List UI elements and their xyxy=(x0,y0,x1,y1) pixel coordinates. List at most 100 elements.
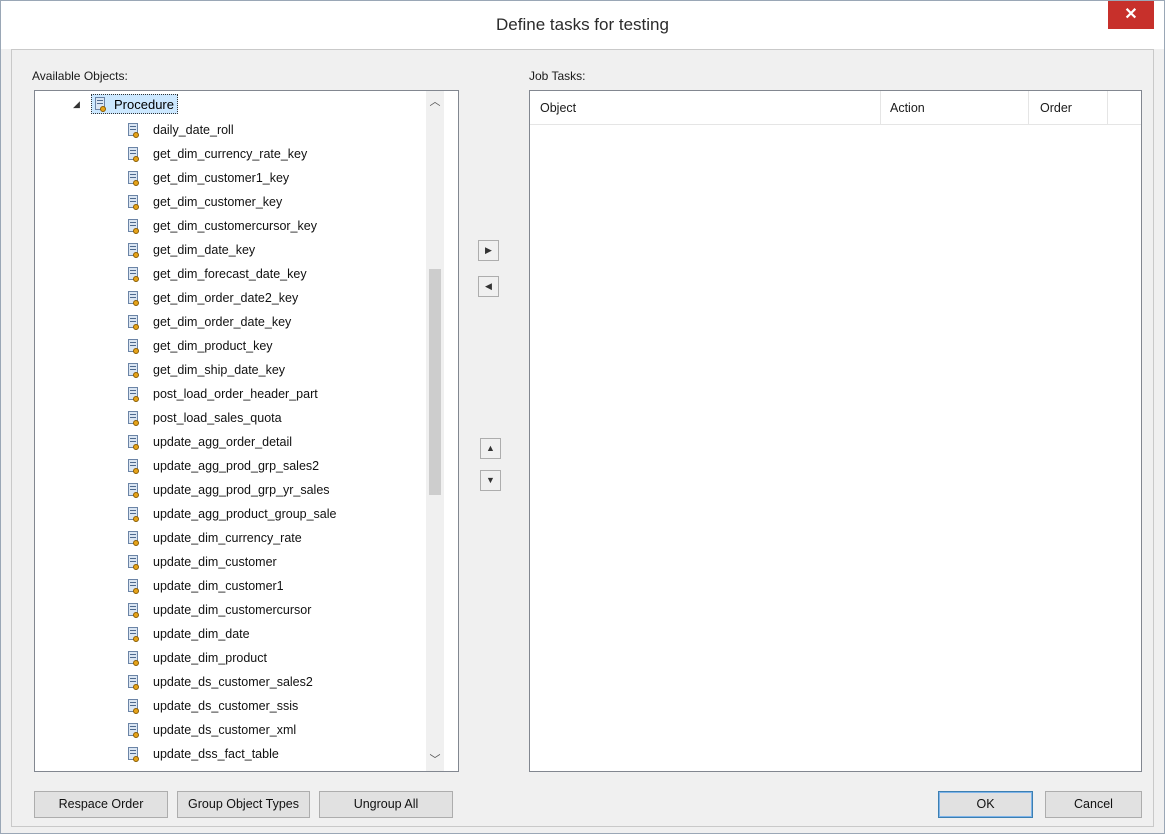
tree-item[interactable]: update_dim_customer xyxy=(127,550,337,574)
group-object-types-button[interactable]: Group Object Types xyxy=(177,791,310,818)
cancel-button[interactable]: Cancel xyxy=(1045,791,1142,818)
tree-item[interactable]: get_dim_date_key xyxy=(127,238,337,262)
available-objects-tree[interactable]: ◢ Procedure daily_date_roll get_dim_curre… xyxy=(34,90,459,772)
procedure-icon xyxy=(127,746,139,762)
tree-item[interactable]: get_dim_forecast_date_key xyxy=(127,262,337,286)
tree-root-procedure[interactable]: ◢ Procedure xyxy=(73,94,178,114)
tree-item[interactable]: update_ds_customer_xml xyxy=(127,718,337,742)
dialog-title: Define tasks for testing xyxy=(496,15,669,34)
procedure-icon xyxy=(127,314,139,330)
move-up-button[interactable]: ▲ xyxy=(480,438,501,459)
procedure-icon xyxy=(127,194,139,210)
tree-item[interactable]: get_dim_customer1_key xyxy=(127,166,337,190)
tree-item-label: post_load_order_header_part xyxy=(153,387,318,401)
ungroup-all-button[interactable]: Ungroup All xyxy=(319,791,453,818)
remove-task-button[interactable]: ◀ xyxy=(478,276,499,297)
procedure-icon xyxy=(127,482,139,498)
tree-item-label: get_dim_customer1_key xyxy=(153,171,290,185)
tree-item-label: get_dim_order_date_key xyxy=(153,315,292,329)
tree-item-label: update_agg_prod_grp_yr_sales xyxy=(153,483,330,497)
tree-item[interactable]: update_agg_order_detail xyxy=(127,430,337,454)
tree-item-label: get_dim_date_key xyxy=(153,243,256,257)
procedure-icon xyxy=(127,386,139,402)
scrollbar-thumb[interactable] xyxy=(429,269,441,495)
dialog-window: Define tasks for testing ✕ Available Obj… xyxy=(0,0,1165,834)
tree-item[interactable]: post_load_sales_quota xyxy=(127,406,337,430)
procedure-icon xyxy=(127,506,139,522)
tree-item-list: daily_date_roll get_dim_currency_rate_key… xyxy=(127,118,337,766)
tree-item-label: update_ds_customer_xml xyxy=(153,723,297,737)
tree-item[interactable]: update_dim_date xyxy=(127,622,337,646)
procedure-icon xyxy=(127,698,139,714)
tree-root-node[interactable]: Procedure xyxy=(91,94,178,114)
tree-item[interactable]: get_dim_currency_rate_key xyxy=(127,142,337,166)
tree-item[interactable]: update_ds_customer_sales2 xyxy=(127,670,337,694)
tree-item[interactable]: get_dim_customer_key xyxy=(127,190,337,214)
procedure-icon xyxy=(127,578,139,594)
ok-button[interactable]: OK xyxy=(938,791,1033,818)
job-tasks-header: Object Action Order xyxy=(530,91,1141,125)
tree-item-label: update_agg_order_detail xyxy=(153,435,293,449)
tree-item-label: update_dim_product xyxy=(153,651,267,665)
respace-order-button[interactable]: Respace Order xyxy=(34,791,168,818)
tree-item-label: daily_date_roll xyxy=(153,123,234,137)
tree-item[interactable]: update_ds_customer_ssis xyxy=(127,694,337,718)
procedure-icon xyxy=(127,362,139,378)
tree-item[interactable]: get_dim_order_date2_key xyxy=(127,286,337,310)
procedure-icon xyxy=(127,146,139,162)
tree-item-label: get_dim_forecast_date_key xyxy=(153,267,307,281)
procedure-icon xyxy=(127,170,139,186)
arrow-up-icon: ▲ xyxy=(486,443,495,453)
tree-item[interactable]: update_agg_prod_grp_yr_sales xyxy=(127,478,337,502)
tree-item[interactable]: update_dss_fact_table xyxy=(127,742,337,766)
procedure-icon xyxy=(127,242,139,258)
tree-item-label: update_ds_customer_sales2 xyxy=(153,675,313,689)
scroll-up-icon[interactable]: ︿ xyxy=(426,93,444,111)
tree-item[interactable]: update_dim_customercursor xyxy=(127,598,337,622)
tree-item[interactable]: daily_date_roll xyxy=(127,118,337,142)
arrow-right-icon: ▶ xyxy=(485,245,492,255)
move-down-button[interactable]: ▼ xyxy=(480,470,501,491)
tree-item-label: update_dim_customercursor xyxy=(153,603,312,617)
tree-item[interactable]: get_dim_order_date_key xyxy=(127,310,337,334)
column-divider[interactable] xyxy=(1107,91,1108,125)
tree-item-label: update_ds_customer_ssis xyxy=(153,699,299,713)
tree-vertical-scrollbar[interactable]: ︿ ﹀ xyxy=(426,91,444,771)
available-objects-label: Available Objects: xyxy=(32,69,128,83)
close-button[interactable]: ✕ xyxy=(1108,1,1154,29)
tree-item-label: get_dim_product_key xyxy=(153,339,273,353)
column-header-order[interactable]: Order xyxy=(1040,101,1072,115)
tree-item-label: update_dim_currency_rate xyxy=(153,531,302,545)
tree-item-label: update_dim_customer xyxy=(153,555,277,569)
tree-item[interactable]: update_agg_product_group_sale xyxy=(127,502,337,526)
tree-item[interactable]: get_dim_customercursor_key xyxy=(127,214,337,238)
tree-item-label: get_dim_ship_date_key xyxy=(153,363,286,377)
tree-item-label: get_dim_order_date2_key xyxy=(153,291,299,305)
tree-item[interactable]: post_load_order_header_part xyxy=(127,382,337,406)
tree-item[interactable]: update_agg_prod_grp_sales2 xyxy=(127,454,337,478)
tree-item-label: update_dss_fact_table xyxy=(153,747,279,761)
arrow-down-icon: ▼ xyxy=(486,475,495,485)
collapse-arrow-icon[interactable]: ◢ xyxy=(73,99,83,110)
tree-item[interactable]: update_dim_customer1 xyxy=(127,574,337,598)
column-header-action[interactable]: Action xyxy=(890,101,925,115)
tree-item-label: update_dim_customer1 xyxy=(153,579,284,593)
column-divider[interactable] xyxy=(1028,91,1029,125)
tree-item[interactable]: get_dim_product_key xyxy=(127,334,337,358)
column-divider[interactable] xyxy=(880,91,881,125)
scroll-down-icon[interactable]: ﹀ xyxy=(426,751,444,769)
procedure-icon xyxy=(127,674,139,690)
tree-item-label: update_dim_date xyxy=(153,627,250,641)
tree-item[interactable]: update_dim_currency_rate xyxy=(127,526,337,550)
tree-root-label: Procedure xyxy=(114,96,174,112)
tree-item-label: get_dim_customer_key xyxy=(153,195,283,209)
procedure-icon xyxy=(127,290,139,306)
procedure-icon xyxy=(127,626,139,642)
job-tasks-list[interactable]: Object Action Order xyxy=(529,90,1142,772)
procedure-icon xyxy=(127,266,139,282)
column-header-object[interactable]: Object xyxy=(540,101,576,115)
tree-item-label: get_dim_currency_rate_key xyxy=(153,147,308,161)
tree-item[interactable]: get_dim_ship_date_key xyxy=(127,358,337,382)
add-task-button[interactable]: ▶ xyxy=(478,240,499,261)
tree-item[interactable]: update_dim_product xyxy=(127,646,337,670)
